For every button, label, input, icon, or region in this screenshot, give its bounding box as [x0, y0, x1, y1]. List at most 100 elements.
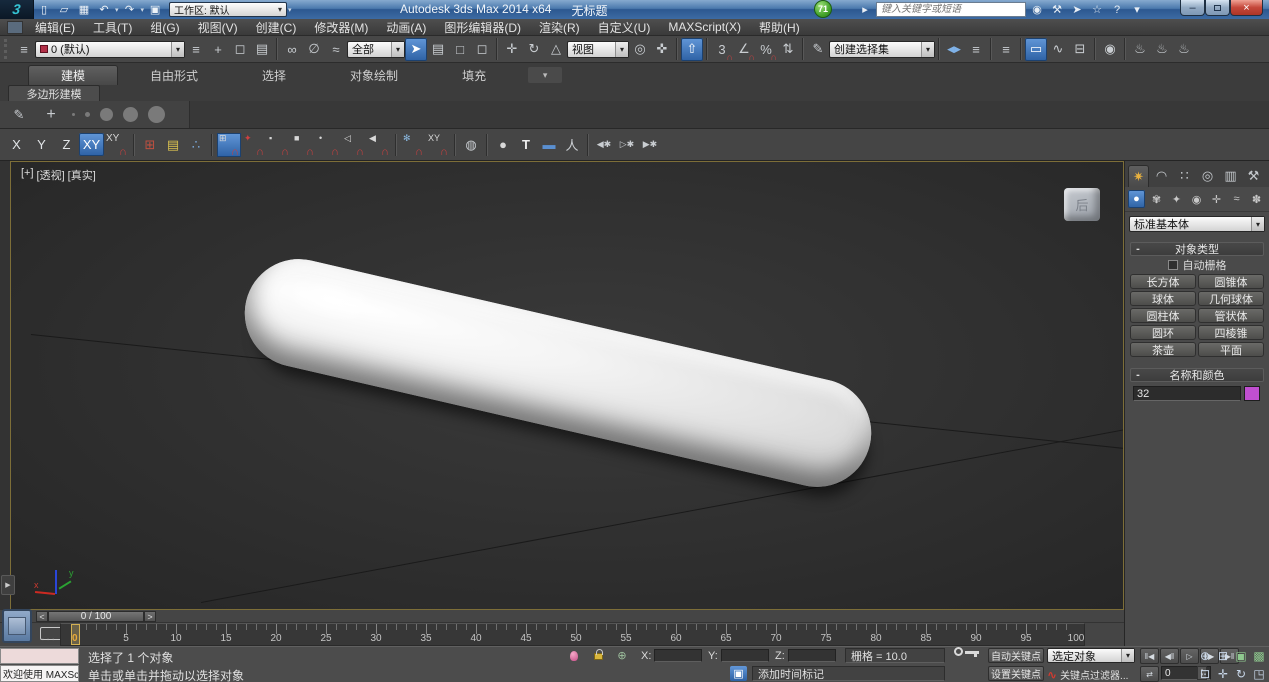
show-home-grid-icon[interactable]: ⊞	[139, 133, 161, 156]
select-object-icon[interactable]: ➤	[405, 38, 427, 61]
menu-item[interactable]: MAXScript(X)	[659, 20, 750, 34]
tab-modify-icon[interactable]: ◠	[1151, 165, 1172, 187]
tab-display-icon[interactable]: ▥	[1220, 165, 1241, 187]
menu-item[interactable]: 组(G)	[141, 19, 188, 36]
menu-item[interactable]: 创建(C)	[247, 19, 306, 36]
category-systems-icon[interactable]: ✽	[1248, 190, 1265, 208]
project-folder-icon[interactable]: ▣	[146, 2, 164, 18]
redo-dropdown-icon[interactable]: ▾	[141, 6, 145, 14]
help-icon[interactable]: ?	[1108, 2, 1126, 17]
zoom-icon[interactable]: ⊕	[1196, 648, 1214, 664]
key-mode-toggle-icon[interactable]: ⇄	[1140, 666, 1159, 682]
snap-pivot-icon[interactable]: ✦ ∩	[242, 133, 266, 157]
object-type-button[interactable]: 圆环	[1130, 325, 1196, 340]
snaps-toggle-icon[interactable]: 3∩	[711, 38, 733, 61]
snap-face-center-icon[interactable]: ◀ ∩	[367, 133, 391, 157]
measure-distance-icon[interactable]: ▤	[162, 133, 184, 156]
workspace-selector[interactable]: 工作区: 默认 ▾	[169, 2, 287, 17]
search-input[interactable]	[876, 2, 1026, 17]
pan-icon[interactable]: ✛	[1214, 666, 1232, 682]
snap-frozen-icon[interactable]: ✻ ∩	[401, 133, 425, 157]
menu-item[interactable]: 渲染(R)	[530, 19, 589, 36]
ribbon-tab[interactable]: 对象绘制	[318, 65, 430, 85]
edit-named-selection-sets-icon[interactable]: ✎	[807, 38, 829, 61]
key-selset-combo[interactable]: 选定对象 ▾	[1047, 648, 1135, 663]
add-modifier-icon[interactable]: +	[40, 103, 62, 126]
create-layer-icon[interactable]: +	[207, 38, 229, 61]
orbit-icon[interactable]: ↻	[1232, 666, 1250, 682]
menu-item[interactable]: 修改器(M)	[305, 19, 377, 36]
graphite-select-icon[interactable]: ▤	[251, 38, 273, 61]
tab-motion-icon[interactable]: ◎	[1197, 165, 1218, 187]
snap-grid-points-icon[interactable]: ⊞ ∩	[217, 133, 241, 157]
category-spacewarps-icon[interactable]: ≈	[1228, 190, 1245, 208]
go-to-start-button[interactable]: ‖◀	[1140, 648, 1159, 664]
timeline-ruler[interactable]: 0 51015202530354045505560657075808590951…	[60, 623, 1085, 646]
axis-constraint-xy-snap-icon[interactable]: XY ∩	[105, 133, 129, 157]
object-type-button[interactable]: 圆锥体	[1198, 274, 1264, 289]
unlink-selection-icon[interactable]: ∅	[303, 38, 325, 61]
previous-frame-button[interactable]: ◀‖	[1160, 648, 1179, 664]
x-coordinate-field[interactable]	[654, 649, 702, 662]
subobject-polygon-icon[interactable]	[123, 107, 138, 122]
autogrid-checkbox[interactable]	[1168, 260, 1178, 270]
help-dropdown-icon[interactable]: ▾	[1128, 2, 1146, 17]
restore-button[interactable]	[1205, 0, 1230, 16]
object-color-swatch[interactable]	[1244, 386, 1260, 401]
category-lights-icon[interactable]: ✦	[1168, 190, 1185, 208]
auto-key-button[interactable]: 自动关键点	[988, 648, 1044, 663]
subscription-icon[interactable]: ⚒	[1048, 2, 1066, 17]
isolate-selection-icon[interactable]	[564, 648, 584, 663]
viewport-menu-pov[interactable]: [透视]	[37, 167, 65, 183]
subobject-element-icon[interactable]	[148, 106, 165, 123]
select-and-rotate-icon[interactable]: ↻	[523, 38, 545, 61]
menu-item[interactable]: 帮助(H)	[750, 19, 809, 36]
viewport-menu-general[interactable]: [+]	[21, 167, 34, 183]
infocenter-expand-icon[interactable]: ▸	[856, 2, 874, 17]
minimize-button[interactable]: –	[1180, 0, 1205, 16]
absolute-offset-toggle-icon[interactable]: ⊕	[612, 648, 632, 663]
maxscript-listener-cell[interactable]: 欢迎使用 MAXScr	[0, 665, 79, 682]
window-crossing-icon[interactable]: ◻	[471, 38, 493, 61]
subobject-edge-icon[interactable]	[85, 112, 90, 117]
ribbon-tab[interactable]: 选择	[230, 65, 318, 85]
time-slider-handle[interactable]: 0 / 100	[48, 611, 144, 622]
next-key-gear-icon[interactable]: ▶✱	[639, 133, 661, 156]
sphere-preview-icon[interactable]: ●	[492, 133, 514, 156]
object-type-button[interactable]: 茶壶	[1130, 342, 1196, 357]
align-icon[interactable]: ≡	[965, 38, 987, 61]
status-cube-icon[interactable]: ▣	[730, 666, 747, 681]
object-type-button[interactable]: 圆柱体	[1130, 308, 1196, 323]
axis-constraint-xy-button[interactable]: XY	[79, 133, 104, 156]
object-type-button[interactable]: 四棱锥	[1198, 325, 1264, 340]
toolbar-grip[interactable]	[4, 39, 9, 59]
tab-utilities-icon[interactable]: ⚒	[1243, 165, 1264, 187]
object-type-button[interactable]: 球体	[1130, 291, 1196, 306]
object-type-button[interactable]: 平面	[1198, 342, 1264, 357]
y-coordinate-field[interactable]	[721, 649, 769, 662]
tab-create-icon[interactable]: ✷	[1128, 165, 1149, 187]
scene-explorer-expand-button[interactable]: ▶	[1, 575, 15, 595]
axis-constraint-y-button[interactable]: Y	[29, 133, 54, 156]
category-cameras-icon[interactable]: ◉	[1188, 190, 1205, 208]
spinner-snap-icon[interactable]: ⇅	[777, 38, 799, 61]
macro-recorder-cell[interactable]	[0, 648, 79, 664]
menu-item[interactable]: 编辑(E)	[26, 19, 84, 36]
select-and-scale-icon[interactable]: △	[545, 38, 567, 61]
zoom-all-icon[interactable]: ⊞	[1214, 648, 1232, 664]
category-shapes-icon[interactable]: ✾	[1148, 190, 1165, 208]
play-gear-icon[interactable]: ▷✱	[616, 133, 638, 156]
reference-coordinate-combo[interactable]: 视图 ▾	[567, 41, 629, 58]
set-key-button[interactable]: 设置关键点	[988, 666, 1044, 681]
snap-face-icon[interactable]: ◁ ∩	[342, 133, 366, 157]
add-time-tag-button[interactable]: 添加时间标记	[752, 666, 945, 681]
redo-icon[interactable]: ↷	[121, 2, 139, 18]
bind-to-spacewarp-icon[interactable]: ≈	[325, 38, 347, 61]
mirror-icon[interactable]: ◀▶	[943, 38, 965, 61]
geometry-category-combo[interactable]: 标准基本体 ▾	[1129, 216, 1265, 232]
axis-constraint-x-button[interactable]: X	[4, 133, 29, 156]
menu-item[interactable]: 视图(V)	[189, 19, 247, 36]
render-setup-icon[interactable]: ♨	[1129, 38, 1151, 61]
object-type-button[interactable]: 长方体	[1130, 274, 1196, 289]
previous-frame-arrow[interactable]: <	[36, 611, 48, 622]
